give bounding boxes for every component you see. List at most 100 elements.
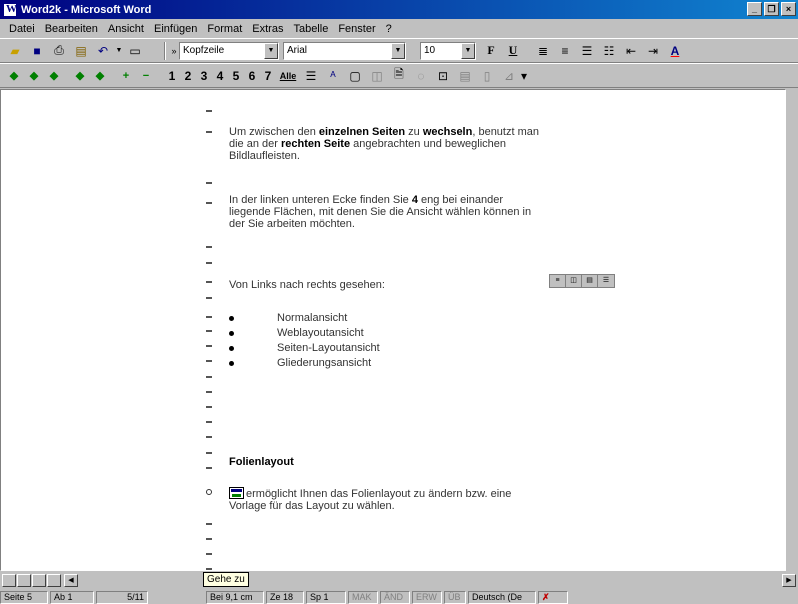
print-icon[interactable]: ⎙	[48, 41, 70, 61]
show-first-line-icon[interactable]: ☰	[300, 66, 322, 86]
decrease-indent-icon[interactable]: ⇤	[620, 41, 642, 61]
word-app-icon[interactable]	[3, 2, 17, 17]
font-color-icon[interactable]: A	[664, 41, 686, 61]
menu-help[interactable]: ?	[381, 23, 397, 35]
show-level-2-button[interactable]: 2	[180, 66, 196, 86]
window-icon[interactable]: ▭	[124, 41, 146, 61]
show-level-3-button[interactable]: 3	[196, 66, 212, 86]
print-layout-view-button[interactable]	[32, 574, 46, 587]
tooltip: Gehe zu	[203, 572, 249, 587]
bullet-icon	[229, 361, 234, 366]
move-down-icon[interactable]: ◆	[90, 66, 110, 86]
show-level-7-button[interactable]: 7	[260, 66, 276, 86]
numbered-list-icon[interactable]: ☰	[576, 41, 598, 61]
show-level-5-button[interactable]: 5	[228, 66, 244, 86]
bulleted-list-icon[interactable]: ☷	[598, 41, 620, 61]
open-folder-icon[interactable]: ▰	[4, 41, 26, 61]
font-size-select[interactable]: 10 ▼	[420, 41, 476, 60]
align-center-icon[interactable]: ≣	[532, 41, 554, 61]
list-item: Gliederungsansicht	[277, 357, 372, 369]
font-select[interactable]: Arial ▼	[283, 41, 406, 60]
speaker-notes-icon[interactable]: 🗎	[388, 66, 410, 86]
normal-view-icon: ≡	[550, 275, 566, 287]
text-run: , benutzt man	[472, 126, 539, 138]
promote-icon[interactable]: ◆	[4, 66, 24, 86]
paragraph-line: liegende Flächen, mit denen Sie die Ansi…	[229, 206, 532, 218]
paragraph-line: der Sie arbeiten möchten.	[229, 218, 355, 230]
show-formatting-icon[interactable]: ᴬ	[322, 66, 344, 86]
web-layout-view-button[interactable]	[17, 574, 31, 587]
outline-view-button[interactable]	[47, 574, 61, 587]
align-right-icon[interactable]: ≡	[554, 41, 576, 61]
demote-icon[interactable]: ◆	[24, 66, 44, 86]
outline-marker	[206, 391, 212, 393]
underline-button[interactable]: U	[502, 41, 524, 61]
status-track-changes[interactable]: ÄND	[380, 590, 410, 604]
bold-text: einzelnen Seiten	[318, 126, 406, 138]
vertical-scrollbar[interactable]	[786, 89, 798, 571]
summary-slide-icon[interactable]: ▢	[344, 66, 366, 86]
menu-extras[interactable]: Extras	[247, 23, 288, 35]
chevron-down-icon[interactable]: ▼	[264, 42, 278, 59]
status-extend-selection[interactable]: ERW	[412, 590, 442, 604]
expand-icon[interactable]: +	[116, 66, 136, 86]
show-level-6-button[interactable]: 6	[244, 66, 260, 86]
undo-dropdown-icon[interactable]: ▼	[114, 41, 124, 61]
chevron-down-icon[interactable]: ▼	[461, 42, 475, 59]
more-options-icon[interactable]: ▾	[520, 66, 528, 86]
bullet-icon	[229, 331, 234, 336]
view-buttons-illustration: ≡ ◫ ▤ ☰	[549, 274, 615, 288]
style-select[interactable]: Kopfzeile ▼	[179, 41, 279, 60]
normal-view-button[interactable]	[2, 574, 16, 587]
bold-button-label: F	[487, 43, 495, 57]
minimize-button[interactable]: _	[747, 2, 762, 16]
show-level-1-button[interactable]: 1	[164, 66, 180, 86]
save-icon[interactable]: ■	[26, 41, 48, 61]
expand-slide-icon[interactable]: ◫	[366, 66, 388, 86]
menu-ansicht[interactable]: Ansicht	[103, 23, 149, 35]
font-select-value: Arial	[287, 45, 308, 56]
scroll-left-button[interactable]: ◀	[64, 574, 78, 587]
maximize-button[interactable]: ❐	[764, 2, 779, 16]
outline-toolbar: ◆ ◆ ◆ ◆ ◆ + − 1 2 3 4 5 6 7 Alle ☰ ᴬ ▢ ◫…	[0, 63, 798, 88]
horizontal-scrollbar[interactable]: ◀ ▶	[0, 572, 798, 589]
status-language[interactable]: Deutsch (De	[468, 590, 536, 604]
list-item: Seiten-Layoutansicht	[277, 342, 380, 354]
close-button[interactable]: ×	[781, 2, 796, 16]
chart-icon[interactable]: ⊿	[498, 66, 520, 86]
menu-format[interactable]: Format	[202, 23, 247, 35]
outline-marker	[206, 553, 212, 555]
outline-marker	[206, 297, 212, 299]
bullet-icon	[229, 346, 234, 351]
demote-to-body-icon[interactable]: ◆	[44, 66, 64, 86]
move-up-icon[interactable]: ◆	[70, 66, 90, 86]
section-heading: Folienlayout	[229, 456, 294, 468]
bold-button[interactable]: F	[480, 41, 502, 61]
comment-icon[interactable]: ◌	[410, 66, 432, 86]
page-icon[interactable]: ▯	[476, 66, 498, 86]
underline-button-label: U	[508, 43, 518, 57]
paste-icon[interactable]: ▤	[70, 41, 92, 61]
undo-icon[interactable]: ↶	[92, 41, 114, 61]
text-run: angebrachten und beweglichen	[350, 138, 507, 150]
presentation-icon[interactable]: ⊡	[432, 66, 454, 86]
show-all-levels-button[interactable]: Alle	[276, 66, 300, 86]
scroll-right-button[interactable]: ▶	[782, 574, 796, 587]
menu-tabelle[interactable]: Tabelle	[288, 23, 333, 35]
status-overtype[interactable]: ÜB	[444, 590, 466, 604]
menu-einfuegen[interactable]: Einfügen	[149, 23, 202, 35]
outline-marker	[206, 421, 212, 423]
collapse-icon[interactable]: −	[136, 66, 156, 86]
slide-icon[interactable]: ▤	[454, 66, 476, 86]
menu-fenster[interactable]: Fenster	[333, 23, 380, 35]
outline-marker	[206, 568, 212, 570]
increase-indent-icon[interactable]: ⇥	[642, 41, 664, 61]
status-macro-recorder[interactable]: MAK	[348, 590, 378, 604]
menu-bearbeiten[interactable]: Bearbeiten	[40, 23, 103, 35]
more-buttons-icon[interactable]: »	[169, 41, 179, 61]
circle-bullet-icon	[206, 489, 212, 495]
chevron-down-icon[interactable]: ▼	[391, 42, 405, 59]
spelling-status-icon[interactable]: ✗	[538, 590, 568, 604]
menu-datei[interactable]: Datei	[4, 23, 40, 35]
show-level-4-button[interactable]: 4	[212, 66, 228, 86]
